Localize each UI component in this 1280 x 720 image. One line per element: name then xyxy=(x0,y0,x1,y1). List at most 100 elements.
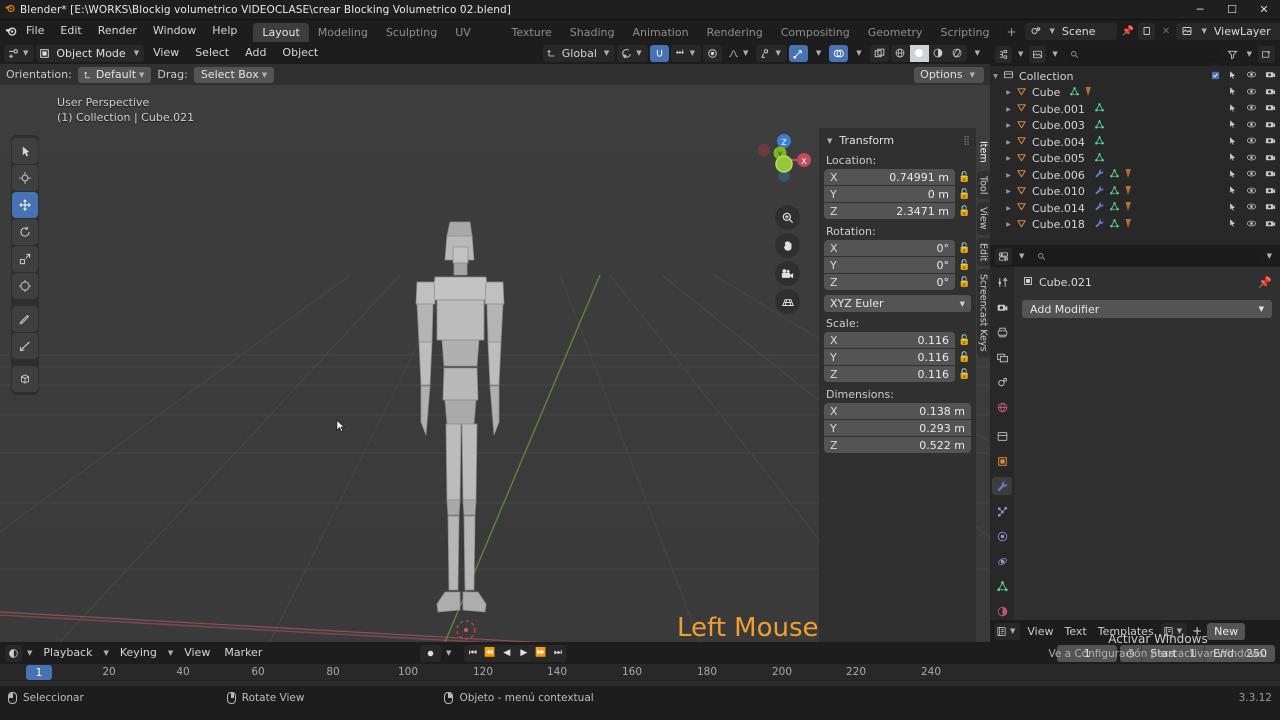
selectable-icon[interactable] xyxy=(1228,103,1238,116)
viewport-menu-view[interactable]: View xyxy=(146,44,186,62)
annotate-tool-icon[interactable] xyxy=(12,306,38,332)
rotation-y-lock-icon[interactable]: 🔓 xyxy=(958,260,971,271)
mesh-data-icon[interactable] xyxy=(1094,102,1105,116)
tool-icon[interactable] xyxy=(992,273,1012,291)
scale-tool-icon[interactable] xyxy=(12,246,38,272)
interaction-mode-selector[interactable]: Object Mode ▼ xyxy=(36,44,145,62)
outliner-row-object[interactable]: ▶ Cube.001 xyxy=(990,101,1280,118)
menu-edit[interactable]: Edit xyxy=(52,22,89,40)
workspace-tab-uv-editing[interactable]: UV Editing xyxy=(446,23,502,58)
shading-solid-icon[interactable] xyxy=(909,44,929,62)
disable-in-render-icon[interactable] xyxy=(1265,185,1276,199)
selectable-icon[interactable] xyxy=(1228,218,1238,231)
selectable-icon[interactable] xyxy=(1228,169,1238,182)
text-editor-menu-text[interactable]: Text xyxy=(1061,625,1091,638)
pivot-point-selector[interactable]: ▼ xyxy=(617,44,648,62)
object-disclosure-icon[interactable]: ▶ xyxy=(1003,221,1014,228)
outliner-display-mode-icon[interactable] xyxy=(1029,45,1047,63)
text-datablock-selector[interactable]: ▼ xyxy=(1160,622,1188,640)
modifier-icon[interactable] xyxy=(1094,201,1105,215)
scale-x-field[interactable]: X 0.116 xyxy=(824,332,955,348)
sidebar-tab-item[interactable]: Item xyxy=(976,136,990,168)
properties-options-chevron-icon[interactable]: ▼ xyxy=(1264,252,1275,260)
scale-z-field[interactable]: Z 0.116 xyxy=(824,366,955,382)
properties-editor-type-icon[interactable] xyxy=(995,247,1012,265)
transform-panel-header[interactable]: ▼ Transform ⣿ xyxy=(824,132,971,149)
outliner-search-input[interactable] xyxy=(1063,46,1221,62)
workspace-tab-layout[interactable]: Layout xyxy=(253,23,309,42)
remove-scene-icon[interactable]: ✕ xyxy=(1157,23,1174,40)
viewport-menu-select[interactable]: Select xyxy=(188,44,236,62)
outliner-row-object[interactable]: ▶ Cube.010 xyxy=(990,184,1280,201)
object-icon[interactable] xyxy=(992,452,1012,470)
rotation-y-field[interactable]: Y 0° xyxy=(824,257,955,273)
minimize-button[interactable]: ─ xyxy=(1184,0,1216,20)
outliner-row-object[interactable]: ▶ Cube.004 xyxy=(990,134,1280,151)
mesh-data-icon[interactable] xyxy=(1069,86,1080,100)
location-z-lock-icon[interactable]: 🔓 xyxy=(958,206,971,217)
outliner-tree[interactable]: ▼ Collection ▶ Cube ▶ Cube.001 ▶ Cube.00… xyxy=(990,66,1280,245)
disable-in-render-icon[interactable] xyxy=(1265,201,1276,215)
transform-tool-icon[interactable] xyxy=(12,273,38,299)
timeline-playhead[interactable]: 1 xyxy=(26,665,52,680)
rotation-z-lock-icon[interactable]: 🔓 xyxy=(958,277,971,288)
editor-type-selector[interactable]: ▼ xyxy=(4,44,35,62)
rotation-z-field[interactable]: Z 0° xyxy=(824,274,955,290)
shading-settings[interactable]: ▼ xyxy=(969,45,986,62)
render-icon[interactable] xyxy=(992,298,1012,316)
blender-logo-icon[interactable] xyxy=(4,22,18,40)
object-disclosure-icon[interactable]: ▶ xyxy=(1003,205,1014,212)
object-data-icon[interactable] xyxy=(992,577,1012,595)
rotation-x-lock-icon[interactable]: 🔓 xyxy=(958,243,971,254)
outliner-row-object[interactable]: ▶ Cube.018 xyxy=(990,217,1280,234)
sidebar-tab-tool[interactable]: Tool xyxy=(976,170,990,200)
object-disclosure-icon[interactable]: ▶ xyxy=(1003,172,1014,179)
navigation-gizmo[interactable]: Z X Y xyxy=(752,128,816,192)
snap-toggle[interactable] xyxy=(649,44,669,62)
modifier-icon[interactable] xyxy=(1094,218,1105,232)
workspace-tab-compositing[interactable]: Compositing xyxy=(772,23,859,42)
overlays-toggle[interactable] xyxy=(829,44,849,62)
location-z-field[interactable]: Z 2.3471 m xyxy=(824,203,955,219)
menu-help[interactable]: Help xyxy=(204,22,245,40)
selectable-icon[interactable] xyxy=(1228,152,1238,165)
hide-in-viewport-icon[interactable] xyxy=(1246,102,1257,116)
timeline-menu-playback[interactable]: Playback xyxy=(37,644,98,662)
hide-in-viewport-icon[interactable] xyxy=(1246,119,1257,133)
overlay-settings[interactable]: ▼ xyxy=(850,45,867,62)
disable-in-render-icon[interactable] xyxy=(1265,168,1276,182)
hide-in-viewport-icon[interactable] xyxy=(1246,69,1257,83)
timeline-menu-keying[interactable]: Keying xyxy=(114,644,163,662)
object-disclosure-icon[interactable]: ▶ xyxy=(1003,122,1014,129)
scale-x-lock-icon[interactable]: 🔓 xyxy=(958,335,971,346)
menu-render[interactable]: Render xyxy=(90,22,145,40)
material-icon[interactable] xyxy=(992,602,1012,620)
selectable-icon[interactable] xyxy=(1228,70,1238,83)
vertex-group-icon[interactable] xyxy=(1084,86,1093,100)
disable-in-render-icon[interactable] xyxy=(1265,102,1276,116)
mesh-data-icon[interactable] xyxy=(1109,218,1120,232)
pin-scene-icon[interactable]: 📌 xyxy=(1119,23,1136,40)
selectable-icon[interactable] xyxy=(1228,86,1238,99)
disable-in-render-icon[interactable] xyxy=(1265,86,1276,100)
close-button[interactable]: ✕ xyxy=(1248,0,1280,20)
viewport-menu-add[interactable]: Add xyxy=(238,44,273,62)
object-disclosure-icon[interactable]: ▶ xyxy=(1003,155,1014,162)
world-icon[interactable] xyxy=(992,398,1012,416)
current-frame-field[interactable]: 1 xyxy=(1057,644,1118,662)
selectable-icon[interactable] xyxy=(1228,202,1238,215)
disable-in-render-icon[interactable] xyxy=(1265,218,1276,232)
hide-in-viewport-icon[interactable] xyxy=(1246,218,1257,232)
new-text-button[interactable]: New xyxy=(1207,622,1246,640)
scale-z-lock-icon[interactable]: 🔓 xyxy=(958,369,971,380)
scale-y-lock-icon[interactable]: 🔓 xyxy=(958,352,971,363)
mesh-data-icon[interactable] xyxy=(1109,185,1120,199)
drag-dropdown[interactable]: Select Box ▼ xyxy=(193,66,275,83)
outliner-row-object[interactable]: ▶ Cube.003 xyxy=(990,118,1280,135)
hide-in-viewport-icon[interactable] xyxy=(1246,185,1257,199)
workspace-tab-rendering[interactable]: Rendering xyxy=(698,23,772,42)
outliner-new-collection-icon[interactable] xyxy=(1258,45,1275,63)
location-x-lock-icon[interactable]: 🔓 xyxy=(958,172,971,183)
viewport-3d[interactable]: User Perspective (1) Collection | Cube.0… xyxy=(0,85,990,642)
shading-wireframe-icon[interactable] xyxy=(891,45,910,62)
